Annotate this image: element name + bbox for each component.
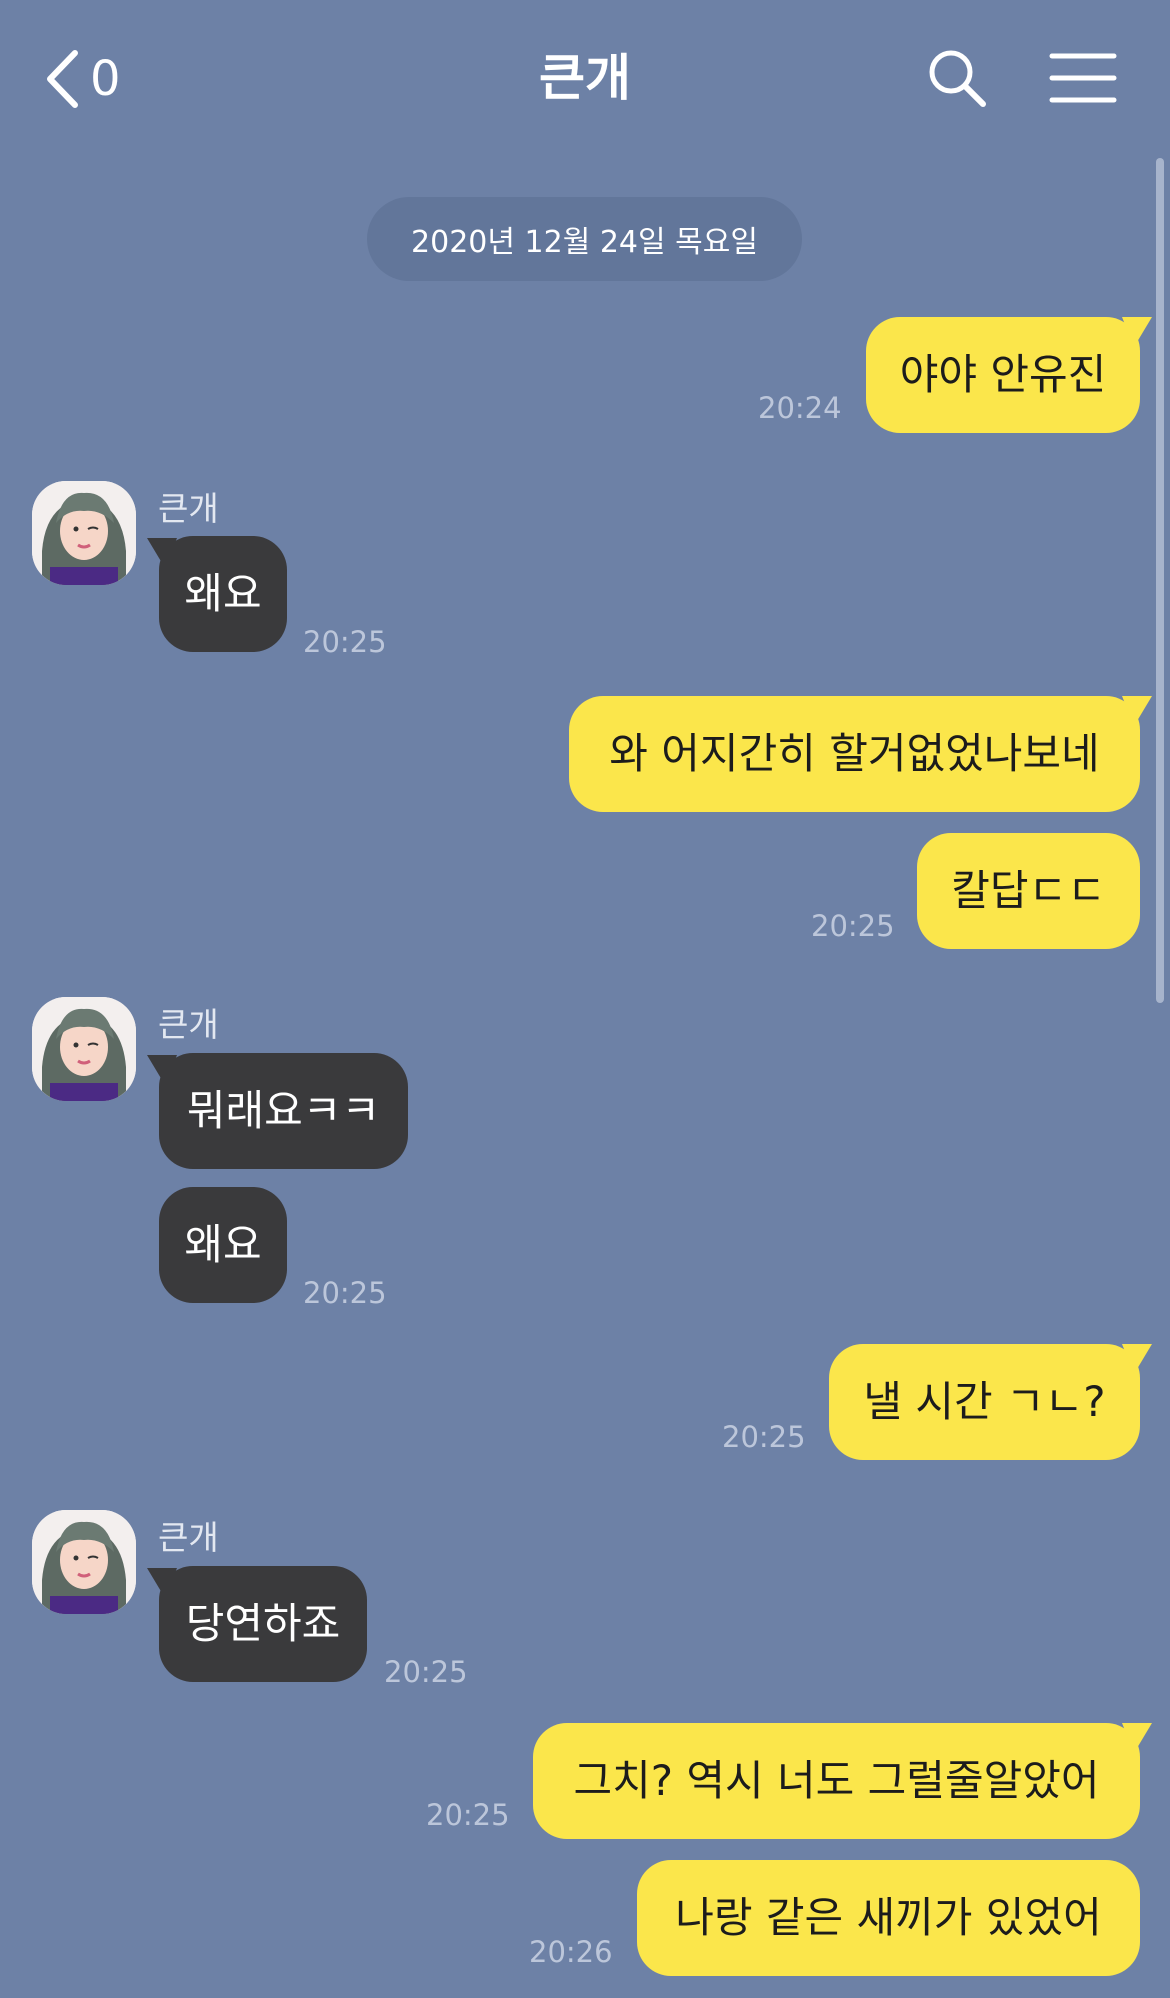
bubble-tail — [1122, 1344, 1152, 1374]
their-message-bubble[interactable]: 왜요 — [159, 1187, 287, 1303]
avatar[interactable] — [32, 1510, 136, 1614]
bubble-tail — [1122, 317, 1152, 347]
bubble-tail — [147, 1568, 177, 1598]
message-time: 20:25 — [722, 1420, 806, 1454]
menu-button[interactable] — [1045, 44, 1121, 116]
hamburger-menu-icon — [1048, 50, 1118, 110]
my-message-bubble[interactable]: 야야 안유진 — [866, 317, 1140, 433]
scrollbar[interactable] — [1156, 158, 1164, 1003]
message-time: 20:25 — [384, 1655, 468, 1689]
message-time: 20:25 — [811, 909, 895, 943]
chat-screen: 0 큰개 2020년 12월 24일 목요일 야야 안유진 20:24 큰개 왜… — [0, 0, 1170, 1998]
their-message-bubble[interactable]: 뭐래요ㅋㅋ — [159, 1053, 408, 1169]
bubble-tail — [147, 1055, 177, 1085]
my-message-bubble[interactable]: 그치? 역시 너도 그럴줄알았어 — [533, 1723, 1140, 1839]
their-message-bubble[interactable]: 당연하죠 — [159, 1566, 367, 1682]
search-button[interactable] — [921, 44, 993, 116]
date-divider: 2020년 12월 24일 목요일 — [367, 197, 802, 281]
message-time: 20:26 — [529, 1935, 613, 1969]
my-message-bubble[interactable]: 칼답ㄷㄷ — [917, 833, 1140, 949]
sender-name: 큰개 — [158, 1005, 219, 1044]
their-message-bubble[interactable]: 왜요 — [159, 536, 287, 652]
my-message-bubble[interactable]: 나랑 같은 새끼가 있었어 — [637, 1860, 1140, 1976]
message-time: 20:25 — [303, 625, 387, 659]
message-time: 20:24 — [758, 391, 842, 425]
avatar[interactable] — [32, 997, 136, 1101]
my-message-bubble[interactable]: 와 어지간히 할거없었나보네 — [569, 696, 1140, 812]
chat-title: 큰개 — [539, 49, 631, 107]
sender-name: 큰개 — [158, 489, 219, 528]
avatar[interactable] — [32, 481, 136, 585]
bubble-tail — [1122, 1723, 1152, 1753]
message-time: 20:25 — [303, 1276, 387, 1310]
my-message-bubble[interactable]: 낼 시간 ㄱㄴ? — [829, 1344, 1140, 1460]
message-time: 20:25 — [426, 1798, 510, 1832]
bubble-tail — [1122, 696, 1152, 726]
search-icon — [925, 46, 989, 114]
chat-header: 0 큰개 — [0, 0, 1170, 150]
sender-name: 큰개 — [158, 1518, 219, 1557]
bubble-tail — [147, 538, 177, 568]
